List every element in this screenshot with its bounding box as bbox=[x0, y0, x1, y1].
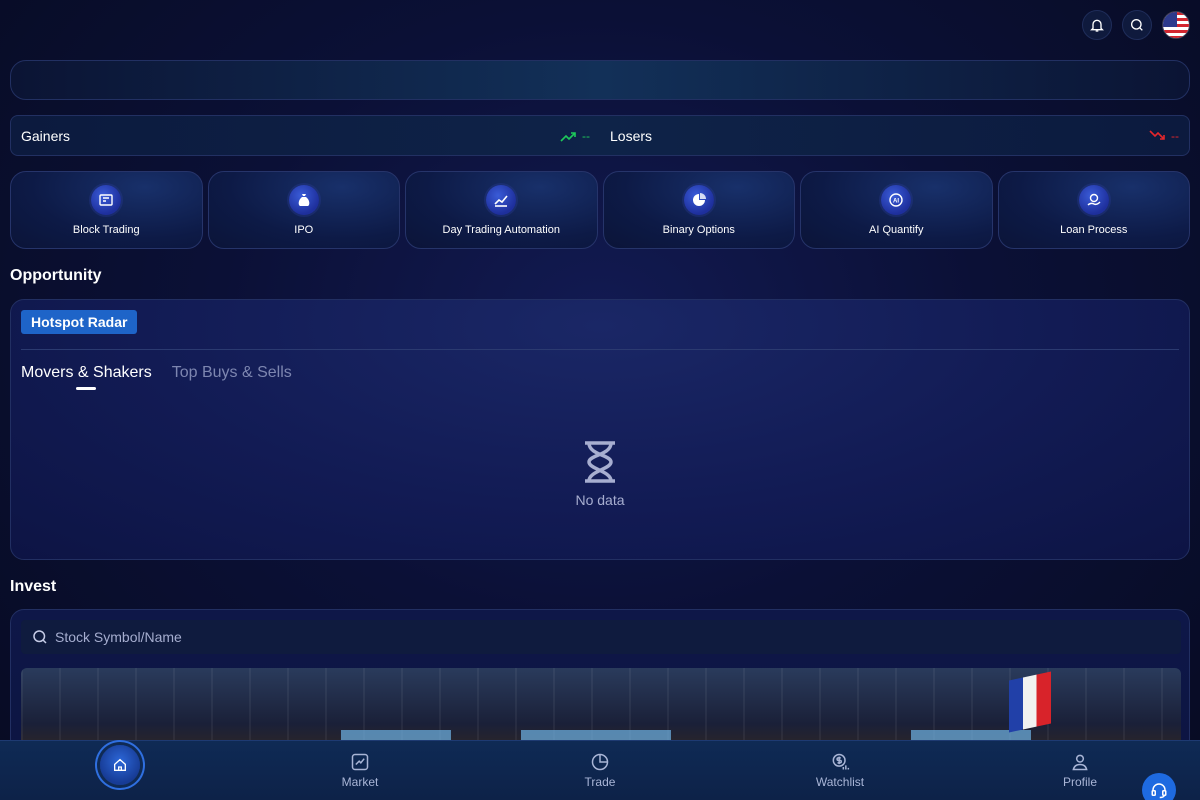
watchlist-dollar-icon bbox=[832, 753, 850, 770]
nav-label: Watchlist bbox=[815, 775, 865, 789]
home-button[interactable] bbox=[100, 744, 140, 785]
nav-label: Profile bbox=[1062, 775, 1097, 789]
opportunity-card: Hotspot Radar Movers & Shakers Top Buys … bbox=[10, 299, 1190, 560]
image-flag-detail bbox=[1009, 671, 1051, 733]
gainers-losers-bar: Gainers -- Losers -- bbox=[10, 115, 1190, 156]
hourglass-icon bbox=[585, 441, 615, 483]
search-icon bbox=[33, 630, 47, 644]
losers-label: Losers bbox=[610, 127, 653, 144]
losers-value-group: -- bbox=[1149, 129, 1179, 143]
headset-icon bbox=[1151, 783, 1167, 799]
gainers-label: Gainers bbox=[21, 127, 71, 144]
opportunity-tabs: Movers & Shakers Top Buys & Sells bbox=[21, 364, 292, 382]
nav-label: Trade bbox=[584, 775, 616, 789]
home-icon bbox=[114, 758, 126, 771]
nav-label: Market bbox=[341, 775, 379, 789]
nav-watchlist[interactable]: Watchlist bbox=[720, 741, 960, 800]
invest-title: Invest bbox=[10, 578, 57, 595]
pie-chart-icon bbox=[683, 184, 714, 215]
trend-down-icon bbox=[1149, 129, 1165, 140]
feature-loan-process[interactable]: Loan Process bbox=[997, 171, 1190, 249]
feature-block-trading[interactable]: Block Trading bbox=[10, 171, 203, 249]
gainers-value: -- bbox=[582, 128, 590, 143]
image-detail bbox=[521, 730, 671, 740]
feature-label: Day Trading Automation bbox=[442, 223, 560, 236]
top-bar bbox=[1082, 10, 1190, 40]
tab-movers-shakers[interactable]: Movers & Shakers bbox=[21, 364, 152, 382]
notification-button[interactable] bbox=[1082, 10, 1112, 40]
stock-search-input[interactable] bbox=[55, 629, 1155, 645]
gainers-value-group: -- bbox=[560, 129, 590, 143]
search-icon bbox=[1131, 19, 1143, 31]
block-trading-icon bbox=[91, 184, 122, 215]
chart-trend-icon bbox=[486, 184, 517, 215]
ai-icon: AI bbox=[881, 184, 912, 215]
tab-top-buys-sells[interactable]: Top Buys & Sells bbox=[172, 364, 292, 382]
no-data-text: No data bbox=[575, 492, 625, 508]
feature-binary-options[interactable]: Binary Options bbox=[602, 171, 795, 249]
losers-value: -- bbox=[1171, 128, 1179, 143]
feature-ipo[interactable]: IPO bbox=[207, 171, 400, 249]
divider bbox=[21, 349, 1179, 350]
feature-ai-quantify[interactable]: AI AI Quantify bbox=[800, 171, 993, 249]
image-detail bbox=[341, 730, 451, 740]
feature-grid: Block Trading IPO Day Trading Automation… bbox=[10, 171, 1190, 249]
announcement-banner[interactable] bbox=[10, 60, 1190, 100]
ipo-moneybag-icon bbox=[288, 184, 319, 215]
gainers-section[interactable]: Gainers -- bbox=[11, 128, 600, 144]
stock-search-bar bbox=[21, 620, 1181, 654]
trade-pie-icon bbox=[591, 753, 609, 771]
feature-label: Block Trading bbox=[72, 223, 140, 236]
user-icon bbox=[1072, 754, 1088, 771]
opportunity-title: Opportunity bbox=[10, 267, 102, 284]
empty-state: No data bbox=[11, 440, 1189, 508]
feature-label: Loan Process bbox=[1060, 223, 1128, 236]
nav-home[interactable] bbox=[0, 741, 240, 800]
market-chart-icon bbox=[351, 753, 369, 771]
trend-up-icon bbox=[560, 131, 576, 142]
bell-icon bbox=[1090, 19, 1104, 32]
feature-label: AI Quantify bbox=[869, 223, 924, 236]
language-selector[interactable] bbox=[1162, 11, 1190, 39]
feature-day-trading-automation[interactable]: Day Trading Automation bbox=[405, 171, 598, 249]
us-flag-icon bbox=[1163, 12, 1189, 38]
loan-hand-icon bbox=[1078, 184, 1109, 215]
nav-market[interactable]: Market bbox=[240, 741, 480, 800]
nav-trade[interactable]: Trade bbox=[480, 741, 720, 800]
feature-label: Binary Options bbox=[662, 223, 735, 236]
losers-section[interactable]: Losers -- bbox=[600, 128, 1189, 144]
search-button[interactable] bbox=[1122, 10, 1152, 40]
svg-text:AI: AI bbox=[893, 198, 899, 204]
feature-label: IPO bbox=[294, 223, 314, 236]
customer-support-button[interactable] bbox=[1142, 773, 1176, 800]
hotspot-radar-badge: Hotspot Radar bbox=[21, 310, 138, 334]
bottom-navigation: Market Trade Watchlist Profile bbox=[0, 740, 1200, 800]
